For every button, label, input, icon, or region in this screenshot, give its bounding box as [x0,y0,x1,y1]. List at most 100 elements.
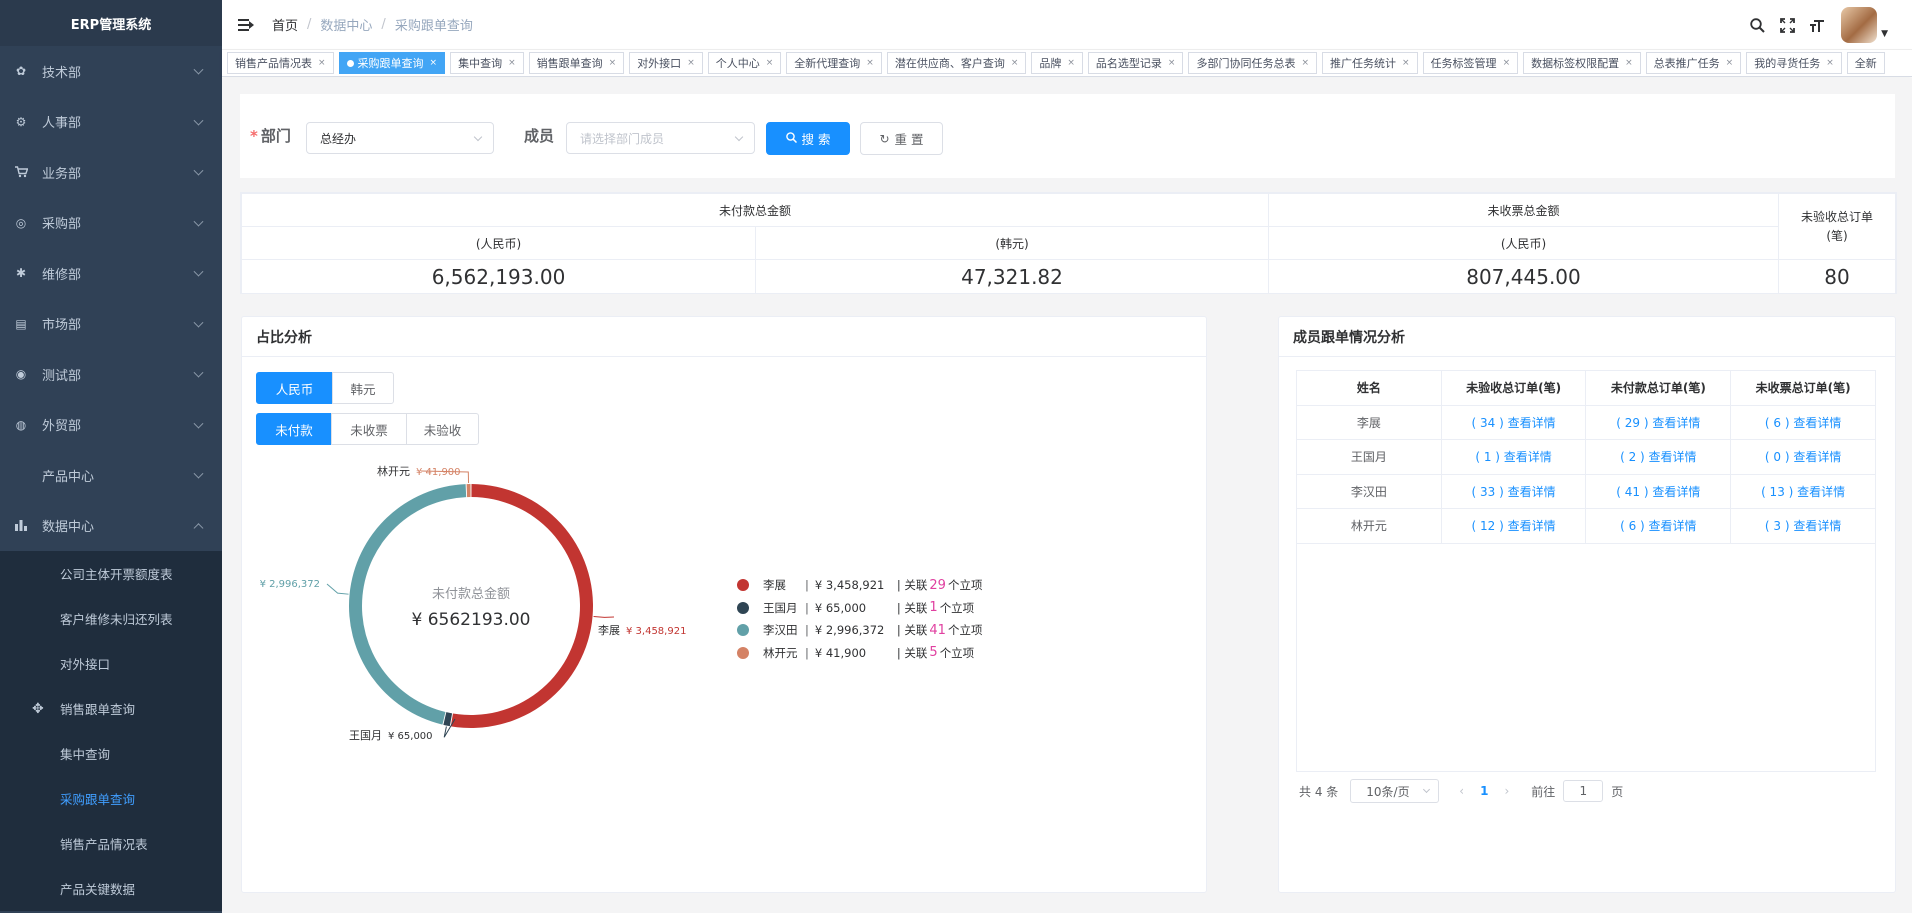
unpaid-detail-link[interactable]: ( 29 ) 查看详情 [1585,404,1732,440]
sidebar-item-hr[interactable]: ⚙ 人事部 [0,97,222,148]
close-icon[interactable]: × [1011,58,1019,68]
tag-brand[interactable]: 品牌 × [1031,52,1083,74]
close-icon[interactable]: × [687,58,695,68]
submenu-item-sales-tracking[interactable]: ✥ 销售跟单查询 [0,686,222,731]
close-icon[interactable]: × [1726,58,1734,68]
sidebar-item-test[interactable]: ◉ 测试部 [0,349,222,400]
unaccepted-detail-link[interactable]: ( 1 ) 查看详情 [1440,439,1587,475]
close-icon[interactable]: × [1826,58,1834,68]
close-icon[interactable]: × [1625,58,1633,68]
page-size-select[interactable]: 10条/页 [1350,779,1440,803]
uninvoiced-detail-link[interactable]: ( 0 ) 查看详情 [1730,439,1876,475]
uninvoiced-detail-link[interactable]: ( 13 ) 查看详情 [1730,473,1876,509]
close-icon[interactable]: × [609,58,617,68]
submenu-item-sales-product[interactable]: 销售产品情况表 [0,821,222,866]
tag-external-api[interactable]: 对外接口 × [629,52,703,74]
unpaid-detail-link[interactable]: ( 6 ) 查看详情 [1585,508,1732,544]
tag-new[interactable]: 全新 [1846,52,1885,74]
submenu-item-purchase-tracking[interactable]: 采购跟单查询 [0,776,222,821]
tag-promotion-stats[interactable]: 推广任务统计 × [1322,52,1418,74]
sidebar-item-data-center[interactable]: 数据中心 [0,501,222,552]
unaccepted-detail-link[interactable]: ( 12 ) 查看详情 [1440,508,1587,544]
reset-button[interactable]: ↻ 重 置 [860,122,943,155]
close-icon[interactable]: × [1503,58,1511,68]
close-icon[interactable]: × [1168,58,1176,68]
legend-row[interactable]: 王国月 | ¥ 65,000 | 关联 1 个立项 [737,597,982,620]
next-page-icon[interactable]: › [1504,784,1509,798]
legend-prefix: | 关联 [896,600,928,615]
dept-select[interactable]: 总经办 [306,122,494,154]
close-icon[interactable]: × [1402,58,1410,68]
sidebar-item-product-center[interactable]: 产品中心 [0,450,222,501]
type-unaccepted-button[interactable]: 未验收 [406,413,479,445]
currency-krw-button[interactable]: 韩元 [332,372,394,404]
tag-my-sourcing[interactable]: 我的寻货任务 × [1746,52,1842,74]
unaccepted-detail-link[interactable]: ( 33 ) 查看详情 [1440,473,1587,509]
close-icon[interactable]: × [430,58,438,68]
tag-promotion-task[interactable]: 总表推广任务 × [1645,52,1742,74]
tag-purchase-tracking[interactable]: 采购跟单查询 × [338,52,446,74]
submenu-item-product-key-data[interactable]: 产品关键数据 [0,866,222,911]
uninvoiced-total-header: 未收票总金额 [1268,193,1779,227]
close-icon[interactable]: × [1067,58,1075,68]
active-dot-icon [346,59,354,67]
unpaid-detail-link[interactable]: ( 41 ) 查看详情 [1585,473,1732,509]
member-select[interactable]: 请选择部门成员 [566,122,755,154]
legend-row[interactable]: 李汉田 | ¥ 2,996,372 | 关联 41 个立项 [737,619,982,642]
type-unpaid-button[interactable]: 未付款 [256,413,332,445]
tag-potential-supplier[interactable]: 潜在供应商、客户查询 × [886,52,1027,74]
tag-sales-tracking[interactable]: 销售跟单查询 × [528,52,625,74]
goto-page-input[interactable]: 1 [1563,780,1604,802]
search-icon[interactable] [1747,15,1767,35]
tags-view: 销售产品情况表 × 采购跟单查询 × 集中查询 × 销售跟单查询 × 对外接口 × 个人中心 × 全新代… [222,50,1912,77]
submenu-item-central-query[interactable]: 集中查询 [0,731,222,776]
unpaid-detail-link[interactable]: ( 2 ) 查看详情 [1585,439,1732,475]
submenu-item-invoice-quota[interactable]: 公司主体开票额度表 [0,551,222,596]
donut-slice-0[interactable] [450,484,593,728]
legend-row[interactable]: 林开元 | ¥ 41,900 | 关联 5 个立项 [737,642,982,665]
page-number[interactable]: 1 [1480,784,1488,798]
legend-row[interactable]: 李展 | ¥ 3,458,921 | 关联 29 个立项 [737,574,982,597]
sidebar-item-tech[interactable]: ✿ 技术部 [0,46,222,97]
close-icon[interactable]: × [318,58,326,68]
close-icon[interactable]: × [866,58,874,68]
caret-down-icon[interactable]: ▼ [1881,29,1888,39]
donut-slice-3[interactable] [466,484,471,498]
close-icon[interactable]: × [766,58,774,68]
tag-central-query[interactable]: 集中查询 × [450,52,524,74]
unpaid-total-header: 未付款总金额 [241,193,1269,227]
currency-rmb-button[interactable]: 人民币 [256,372,333,404]
fullscreen-icon[interactable] [1777,15,1797,35]
legend-prefix: | 关联 [896,578,928,593]
submenu-item-repair-unreturned[interactable]: 客户维修未归还列表 [0,596,222,641]
breadcrumb-data-center[interactable]: 数据中心 [320,15,372,34]
uninvoiced-detail-link[interactable]: ( 3 ) 查看详情 [1730,508,1876,544]
unaccepted-detail-link[interactable]: ( 34 ) 查看详情 [1440,404,1587,440]
sidebar-item-repair[interactable]: ✱ 维修部 [0,248,222,299]
prev-page-icon[interactable]: ‹ [1459,784,1464,798]
tag-task-label-mgmt[interactable]: 任务标签管理 × [1422,52,1519,74]
search-button[interactable]: 搜 索 [766,122,850,155]
sidebar-item-foreign[interactable]: ◍ 外贸部 [0,400,222,451]
breadcrumb-home[interactable]: 首页 [272,15,298,34]
tag-personal-center[interactable]: 个人中心 × [707,52,782,74]
type-uninvoiced-button[interactable]: 未收票 [331,413,407,445]
unaccepted-title: 未验收总订单 [1800,209,1873,224]
tag-sales-product[interactable]: 销售产品情况表 × [227,52,334,74]
donut-slice-2[interactable] [349,484,467,725]
tag-product-selection[interactable]: 品名选型记录 × [1087,52,1184,74]
member-select-placeholder: 请选择部门成员 [580,131,665,146]
sidebar-item-market[interactable]: ▤ 市场部 [0,299,222,350]
avatar[interactable] [1841,7,1878,43]
sidebar-item-purchase[interactable]: ◎ 采购部 [0,198,222,249]
tag-multi-dept-task[interactable]: 多部门协同任务总表 × [1188,52,1318,74]
tag-new-agent[interactable]: 全新代理查询 × [786,52,882,74]
close-icon[interactable]: × [1301,58,1309,68]
hamburger-menu-icon[interactable] [238,18,254,32]
submenu-item-external-api[interactable]: 对外接口 [0,641,222,686]
font-size-icon[interactable] [1807,15,1827,35]
uninvoiced-detail-link[interactable]: ( 6 ) 查看详情 [1730,404,1876,440]
sidebar-item-business[interactable]: 业务部 [0,147,222,198]
tag-data-label-perm[interactable]: 数据标签权限配置 × [1523,52,1641,74]
close-icon[interactable]: × [508,58,516,68]
